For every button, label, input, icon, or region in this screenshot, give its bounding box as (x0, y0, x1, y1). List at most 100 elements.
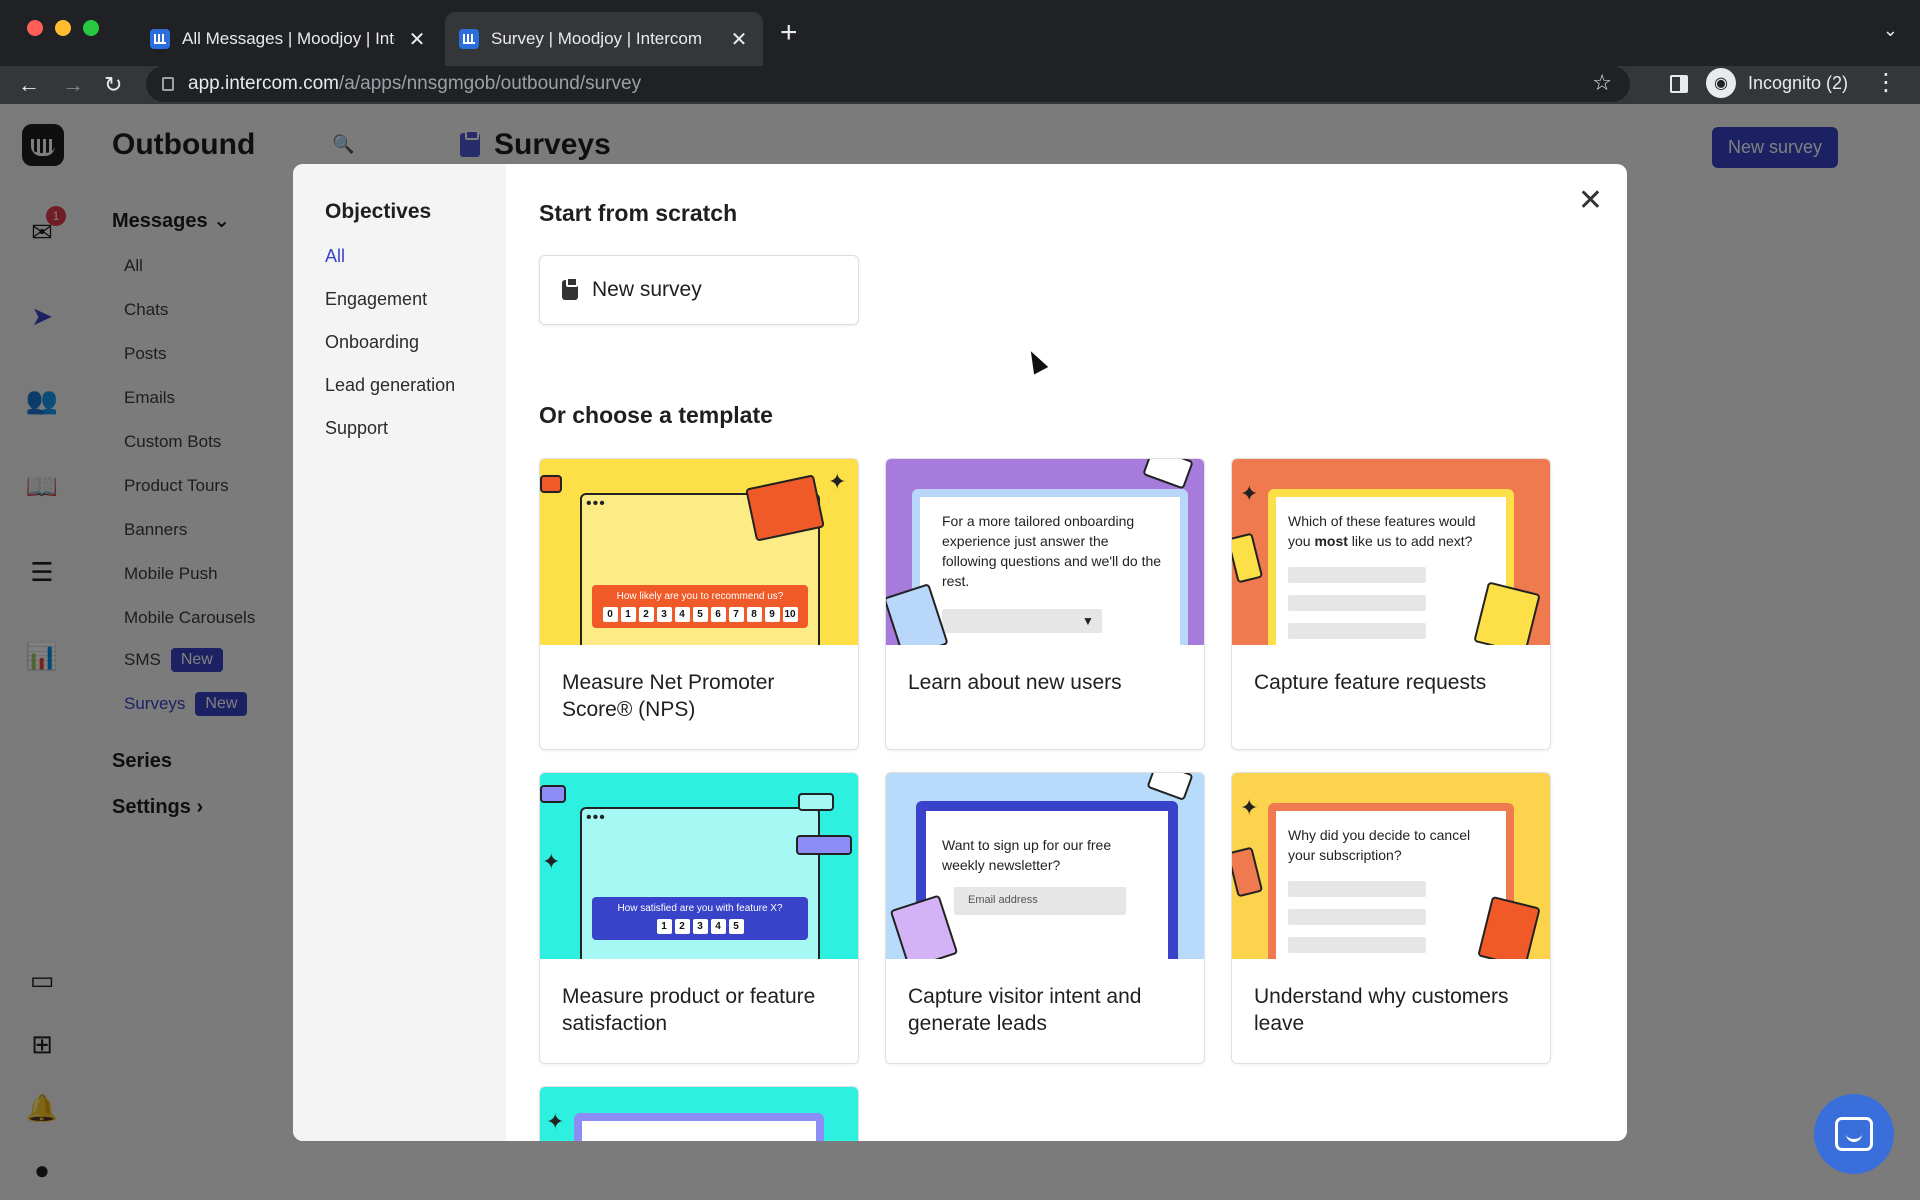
satisfaction-question: How satisfied are you with feature X? (617, 903, 783, 914)
nps-score-5: 5 (692, 607, 708, 622)
profile-label: Incognito (2) (1748, 72, 1849, 93)
nps-score-6: 6 (710, 607, 726, 622)
window-close-button[interactable] (27, 20, 43, 36)
satisfaction-scale-numbers: 12345 (600, 919, 800, 934)
dropdown-caret-icon: ▼ (1082, 614, 1094, 628)
template-card-satisfaction[interactable]: ••• ✦ How satisfied are you with feature… (539, 772, 859, 1064)
browser-tab-all-messages[interactable]: All Messages | Moodjoy | Interc ✕ (136, 12, 441, 66)
note-illustration-icon (1146, 773, 1194, 801)
satisfaction-score-3: 3 (692, 919, 708, 934)
email-input-illustration: Email address (954, 887, 1126, 915)
nps-question: How likely are you to recommend us? (616, 591, 784, 602)
template-label: Learn about new users (908, 671, 1122, 694)
sparkle-icon: ✦ (542, 849, 561, 874)
objective-support[interactable]: Support (325, 418, 388, 439)
chat-bubble-icon (1835, 1117, 1873, 1151)
nps-score-1: 1 (620, 607, 636, 622)
tab-search-chevron-icon[interactable]: ⌄ (1883, 20, 1898, 41)
incognito-icon: ◉ (1706, 68, 1736, 98)
nps-score-9: 9 (764, 607, 780, 622)
nps-scale-numbers: 0 1 2 3 4 5 6 7 8 9 10 (600, 607, 800, 622)
tag-illustration-icon (540, 475, 562, 493)
objective-lead-generation[interactable]: Lead generation (325, 375, 455, 396)
new-survey-from-scratch-button[interactable]: New survey (539, 255, 859, 325)
side-panel-icon[interactable] (1670, 75, 1688, 93)
tag-illustration-icon (798, 793, 834, 811)
option-bar (1288, 567, 1426, 583)
window-dots-icon: ••• (586, 495, 606, 512)
objective-onboarding[interactable]: Onboarding (325, 332, 419, 353)
window-dots-icon: ••• (586, 809, 606, 826)
template-card-partial[interactable]: ✦ (539, 1086, 859, 1141)
template-card-churn[interactable]: Why did you decide to cancel your subscr… (1231, 772, 1551, 1064)
objective-engagement[interactable]: Engagement (325, 289, 427, 310)
survey-template-modal: Objectives All Engagement Onboarding Lea… (293, 164, 1627, 1141)
clipboard-icon (562, 277, 578, 300)
close-tab-icon[interactable]: ✕ (407, 27, 427, 52)
illustration-window (916, 801, 1178, 959)
onboarding-question: For a more tailored onboarding experienc… (942, 513, 1162, 589)
objective-all[interactable]: All (325, 246, 345, 267)
template-label: Understand why customers leave (1254, 985, 1509, 1035)
url-text: app.intercom.com/a/apps/nnsgmgob/outboun… (188, 73, 642, 94)
note-illustration-icon (1142, 459, 1194, 490)
nps-score-7: 7 (728, 607, 744, 622)
nps-illustration: ••• ✦ How likely are you to recommend us… (540, 459, 858, 645)
new-users-illustration: For a more tailored onboarding experienc… (886, 459, 1204, 645)
option-bar (1288, 881, 1426, 897)
satisfaction-scale: How satisfied are you with feature X? 12… (592, 897, 808, 940)
new-tab-plus-icon[interactable]: + (780, 16, 798, 50)
scratch-button-label: New survey (592, 278, 702, 301)
churn-illustration: Why did you decide to cancel your subscr… (1232, 773, 1550, 959)
template-card-new-users[interactable]: For a more tailored onboarding experienc… (885, 458, 1205, 750)
option-bar (1288, 937, 1426, 953)
reload-icon[interactable]: ↻ (104, 70, 122, 100)
nps-score-0: 0 (602, 607, 618, 622)
back-arrow-icon[interactable]: ← (18, 70, 40, 100)
window-zoom-button[interactable] (83, 20, 99, 36)
churn-question: Why did you decide to cancel your subscr… (1288, 827, 1471, 863)
note-illustration-icon (1232, 846, 1264, 898)
nps-score-4: 4 (674, 607, 690, 622)
template-label: Capture feature requests (1254, 671, 1487, 694)
address-bar[interactable]: app.intercom.com/a/apps/nnsgmgob/outboun… (146, 66, 1630, 102)
nps-score-2: 2 (638, 607, 654, 622)
browser-menu-icon[interactable]: ⋮ (1874, 68, 1898, 97)
sparkle-icon: ✦ (546, 1109, 565, 1134)
tag-illustration-icon (540, 785, 566, 803)
bookmark-star-icon[interactable]: ☆ (1592, 70, 1612, 96)
template-card-nps[interactable]: ••• ✦ How likely are you to recommend us… (539, 458, 859, 750)
feature-requests-illustration: Which of these features would you most l… (1232, 459, 1550, 645)
incognito-profile-button[interactable]: ◉ Incognito (2) (1706, 68, 1848, 98)
satisfaction-score-5: 5 (728, 919, 744, 934)
nps-score-3: 3 (656, 607, 672, 622)
messenger-launcher-button[interactable] (1814, 1094, 1894, 1174)
tag-illustration-icon (796, 835, 852, 855)
browser-tab-survey[interactable]: Survey | Moodjoy | Intercom ✕ (445, 12, 763, 66)
nps-scale: How likely are you to recommend us? 0123… (592, 585, 808, 628)
template-card-leads[interactable]: Want to sign up for our free weekly news… (885, 772, 1205, 1064)
option-bar (1288, 595, 1426, 611)
template-heading: Or choose a template (539, 402, 773, 428)
template-label: Measure Net Promoter Score® (NPS) (562, 671, 775, 721)
window-minimize-button[interactable] (55, 20, 71, 36)
browser-toolbar: ← → ↻ app.intercom.com/a/apps/nnsgmgob/o… (0, 66, 1920, 104)
objectives-panel: Objectives All Engagement Onboarding Lea… (293, 164, 506, 1141)
option-bar (1288, 909, 1426, 925)
forward-arrow-icon[interactable]: → (62, 70, 84, 100)
satisfaction-score-1: 1 (656, 919, 672, 934)
close-tab-icon[interactable]: ✕ (729, 27, 749, 52)
dropdown-illustration (942, 609, 1102, 633)
template-card-feature-requests[interactable]: Which of these features would you most l… (1231, 458, 1551, 750)
lock-icon (162, 77, 174, 91)
tab-title: All Messages | Moodjoy | Interc (182, 29, 395, 48)
close-icon[interactable]: ✕ (1578, 186, 1603, 216)
browser-tab-strip: All Messages | Moodjoy | Interc ✕ Survey… (0, 0, 1920, 66)
template-label: Capture visitor intent and generate lead… (908, 985, 1142, 1035)
newsletter-question: Want to sign up for our free weekly news… (942, 837, 1112, 873)
intercom-favicon-icon (150, 29, 170, 49)
nps-score-8: 8 (746, 607, 762, 622)
note-illustration-icon (1232, 532, 1264, 584)
intercom-favicon-icon (459, 29, 479, 49)
template-label: Measure product or feature satisfaction (562, 985, 816, 1035)
